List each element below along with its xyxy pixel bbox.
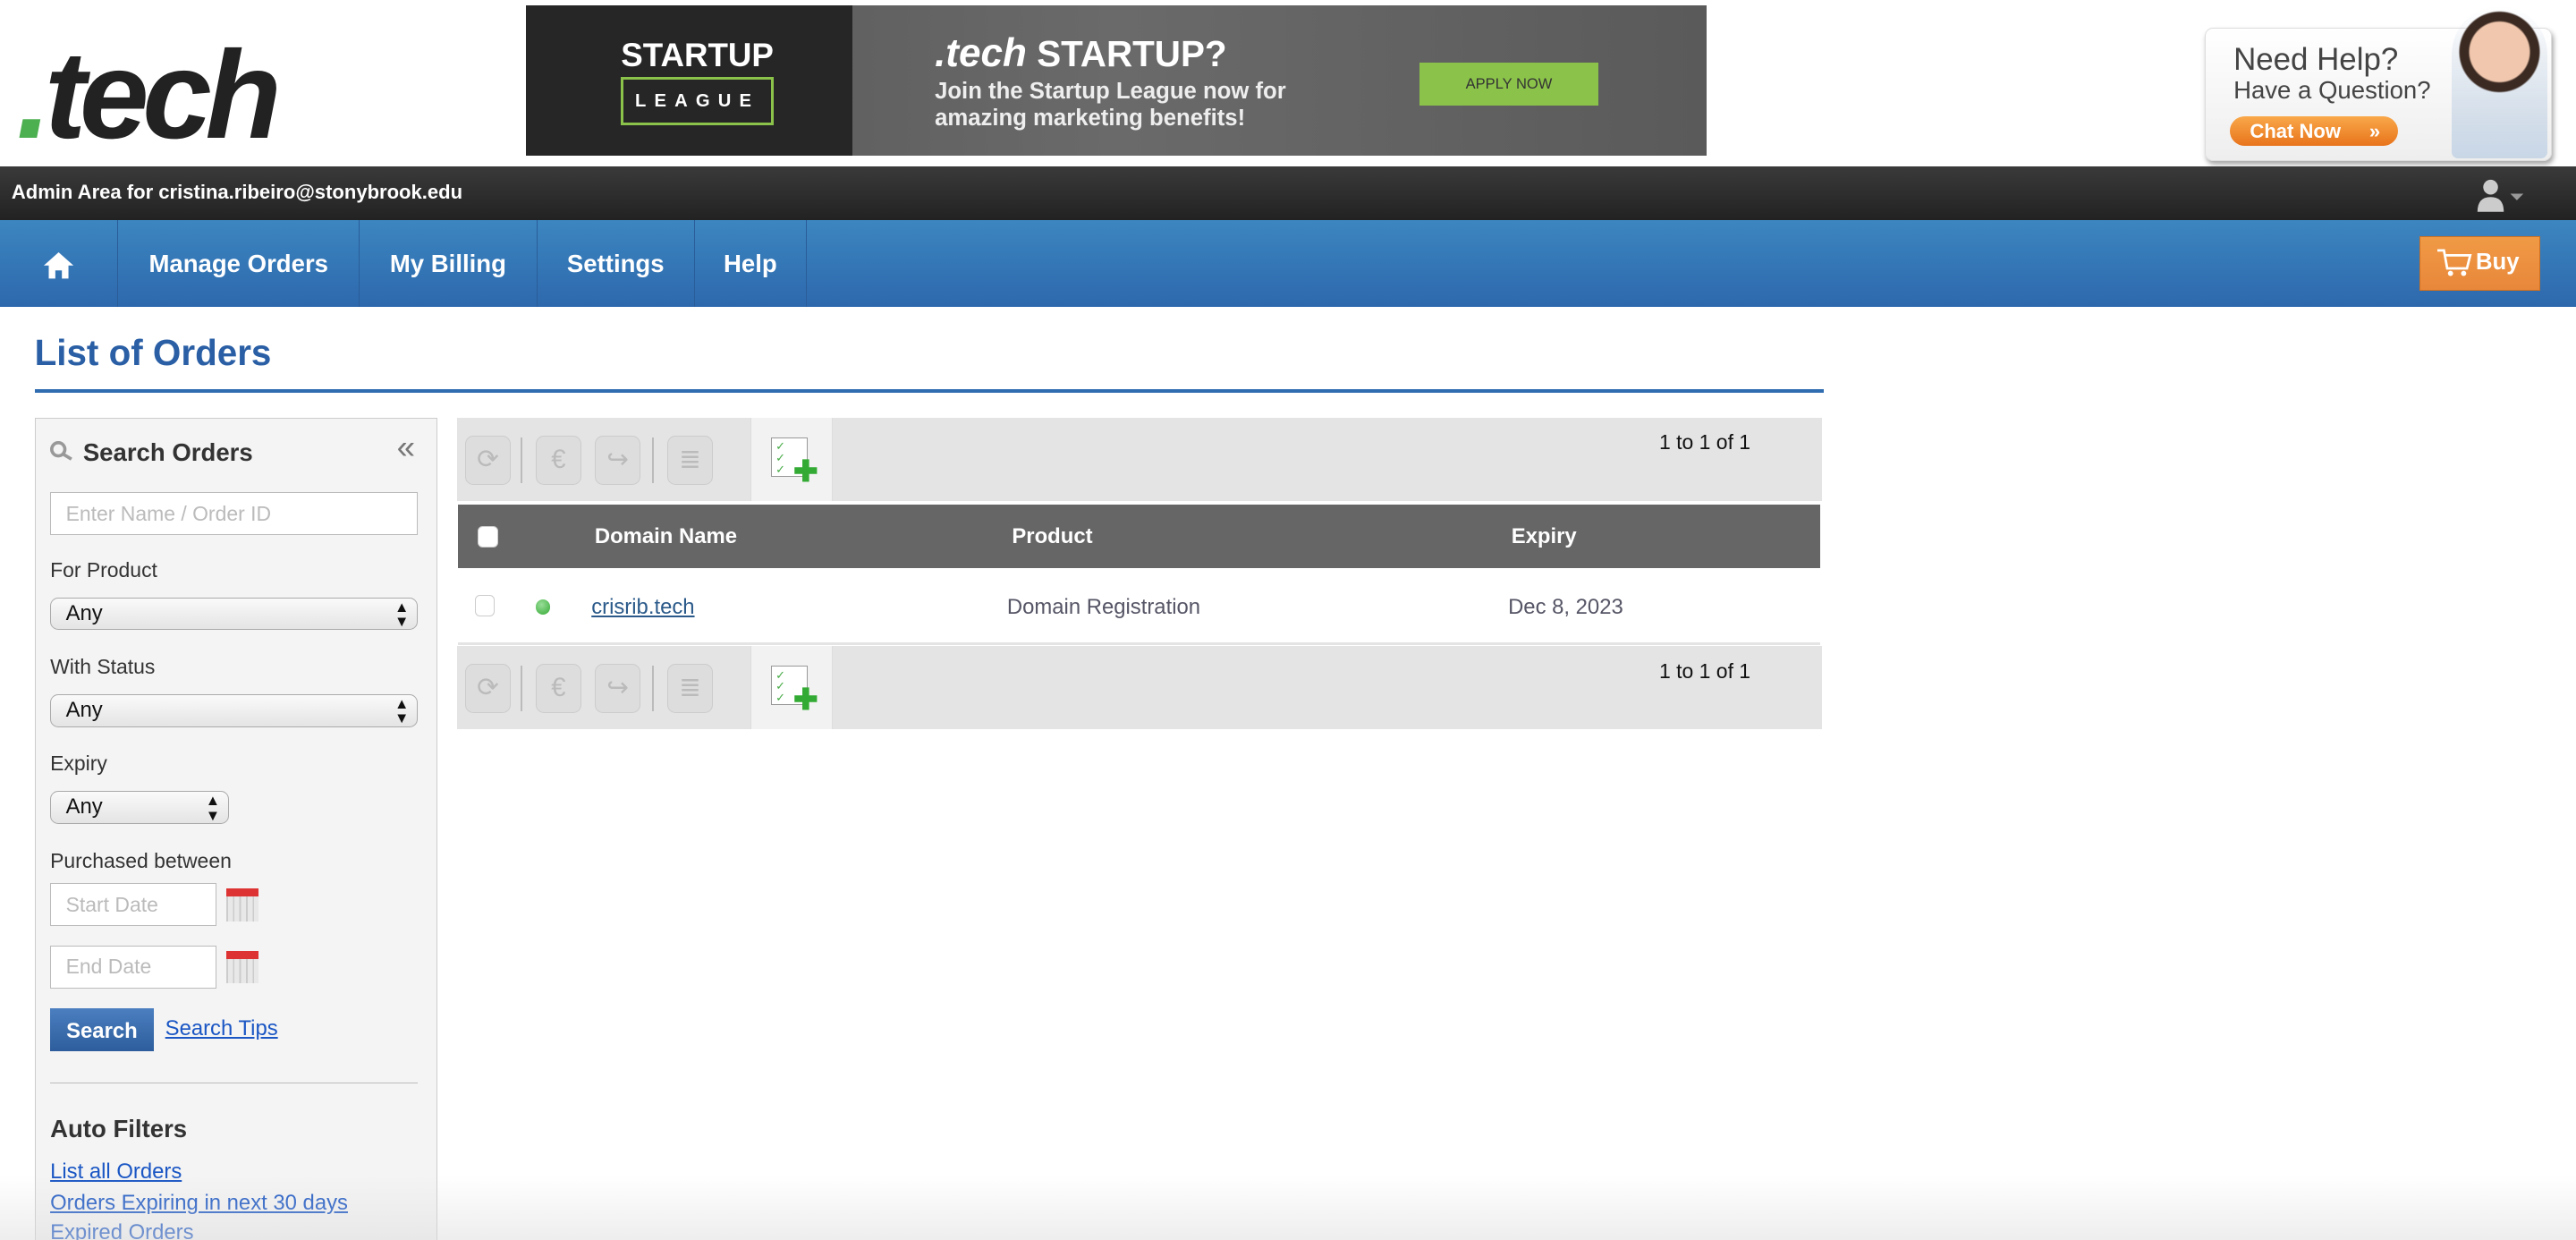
- product-select[interactable]: Any ▲ ▼: [50, 597, 419, 631]
- search-orders-panel: Search Orders « For Product Any▲▼ With S…: [34, 417, 437, 1240]
- select-arrows-icon: ▲ ▼: [394, 694, 410, 727]
- table-header: Domain Name Product Expiry: [458, 504, 1821, 569]
- expiry-cell: Dec 8, 2023: [1508, 594, 1623, 619]
- filter-list-all-orders[interactable]: List all Orders: [50, 1159, 182, 1185]
- refresh-icon[interactable]: ⟳: [464, 664, 512, 714]
- chat-now-button[interactable]: Chat Now »: [2230, 115, 2398, 146]
- status-select[interactable]: Any ▲ ▼: [50, 694, 419, 727]
- with-status-label: With Status: [50, 655, 156, 678]
- edit-list-icon[interactable]: ≣: [666, 664, 714, 714]
- select-arrows-icon: ▲ ▼: [394, 598, 410, 631]
- admin-bar: Admin Area for cristina.ribeiro@stonybro…: [0, 166, 2576, 221]
- name-order-id-input[interactable]: [50, 492, 419, 535]
- help-subtitle: Have a Question?: [2233, 76, 2431, 105]
- end-date-input[interactable]: [50, 946, 216, 989]
- home-icon: [44, 252, 74, 279]
- select-arrows-icon: ▲ ▼: [205, 792, 221, 824]
- divider: [50, 1082, 419, 1084]
- nav-help[interactable]: Help: [695, 220, 807, 308]
- add-list-icon: ✓ ✓ ✓ ✚: [771, 665, 818, 715]
- for-product-label: For Product: [50, 557, 157, 582]
- home-button[interactable]: [0, 220, 119, 308]
- renew-icon[interactable]: €: [535, 435, 582, 485]
- banner-headline: .tech STARTUP?: [935, 30, 1227, 75]
- search-tips-link[interactable]: Search Tips: [165, 1016, 278, 1041]
- start-date-input[interactable]: [50, 883, 216, 927]
- support-agent-image: [2452, 5, 2547, 159]
- nav-manage-orders[interactable]: Manage Orders: [118, 220, 360, 308]
- double-chevron-icon: »: [2368, 119, 2381, 142]
- apply-now-button[interactable]: APPLY NOW: [1419, 62, 1599, 106]
- startup-league-logo: STARTUP LEAGUE: [621, 37, 774, 126]
- edit-list-icon[interactable]: ≣: [666, 435, 714, 485]
- transfer-icon[interactable]: ↪: [594, 435, 641, 485]
- banner-subtext: Join the Startup League now for amazing …: [935, 79, 1286, 131]
- domain-link[interactable]: crisrib.tech: [591, 595, 694, 620]
- search-icon: [50, 441, 72, 461]
- page-title: List of Orders: [34, 332, 272, 373]
- column-expiry[interactable]: Expiry: [1512, 524, 1577, 549]
- select-all-checkbox[interactable]: [478, 525, 498, 548]
- column-domain-name[interactable]: Domain Name: [595, 524, 737, 549]
- bottom-toolbar: ⟳ € ↪ ≣ ✓ ✓ ✓ ✚ 1 to 1 of 1: [456, 645, 1822, 730]
- expiry-select[interactable]: Any ▲ ▼: [50, 791, 230, 825]
- help-title: Need Help?: [2233, 41, 2399, 77]
- top-toolbar: ⟳ € ↪ ≣ ✓ ✓ ✓ ✚ 1 to 1 of 1: [456, 417, 1822, 502]
- admin-area-text: Admin Area for cristina.ribeiro@stonybro…: [11, 181, 463, 204]
- pagination-text: 1 to 1 of 1: [1659, 658, 1751, 683]
- expiry-label: Expiry: [50, 752, 107, 776]
- auto-filters-title: Auto Filters: [50, 1115, 188, 1143]
- search-orders-title: Search Orders: [82, 437, 253, 466]
- calendar-icon[interactable]: [225, 950, 259, 984]
- refresh-icon[interactable]: ⟳: [464, 435, 512, 485]
- calendar-icon[interactable]: [225, 888, 259, 922]
- nav-settings[interactable]: Settings: [538, 220, 695, 308]
- buy-button[interactable]: Buy: [2419, 236, 2540, 292]
- table-row: crisrib.tech Domain Registration Dec 8, …: [458, 570, 1821, 646]
- help-widget[interactable]: Need Help? Have a Question? Chat Now »: [2204, 5, 2552, 162]
- startup-league-banner[interactable]: STARTUP LEAGUE .tech STARTUP? Join the St…: [525, 4, 1707, 157]
- row-checkbox[interactable]: [474, 594, 495, 616]
- pagination-text: 1 to 1 of 1: [1659, 430, 1751, 454]
- renew-icon[interactable]: €: [535, 664, 582, 714]
- collapse-icon[interactable]: «: [397, 429, 415, 466]
- column-product[interactable]: Product: [1012, 524, 1092, 549]
- transfer-icon[interactable]: ↪: [594, 664, 641, 714]
- cart-icon: [2436, 249, 2472, 276]
- main-nav: Manage Orders My Billing Settings Help B…: [0, 220, 2576, 308]
- add-order-button[interactable]: ✓ ✓ ✓ ✚: [750, 645, 834, 730]
- nav-my-billing[interactable]: My Billing: [360, 220, 538, 308]
- status-active-icon: [535, 599, 551, 615]
- filter-expired-orders[interactable]: Expired Orders: [50, 1220, 193, 1240]
- product-cell: Domain Registration: [1006, 594, 1201, 619]
- filter-expiring-30-days[interactable]: Orders Expiring in next 30 days: [50, 1191, 348, 1216]
- add-list-icon: ✓ ✓ ✓ ✚: [771, 437, 818, 487]
- user-menu-icon[interactable]: [2476, 179, 2525, 212]
- tech-logo[interactable]: .tech: [16, 30, 281, 161]
- title-divider: [34, 389, 1824, 393]
- search-button[interactable]: Search: [50, 1007, 154, 1051]
- purchased-between-label: Purchased between: [50, 848, 232, 872]
- add-order-button[interactable]: ✓ ✓ ✓ ✚: [750, 417, 834, 502]
